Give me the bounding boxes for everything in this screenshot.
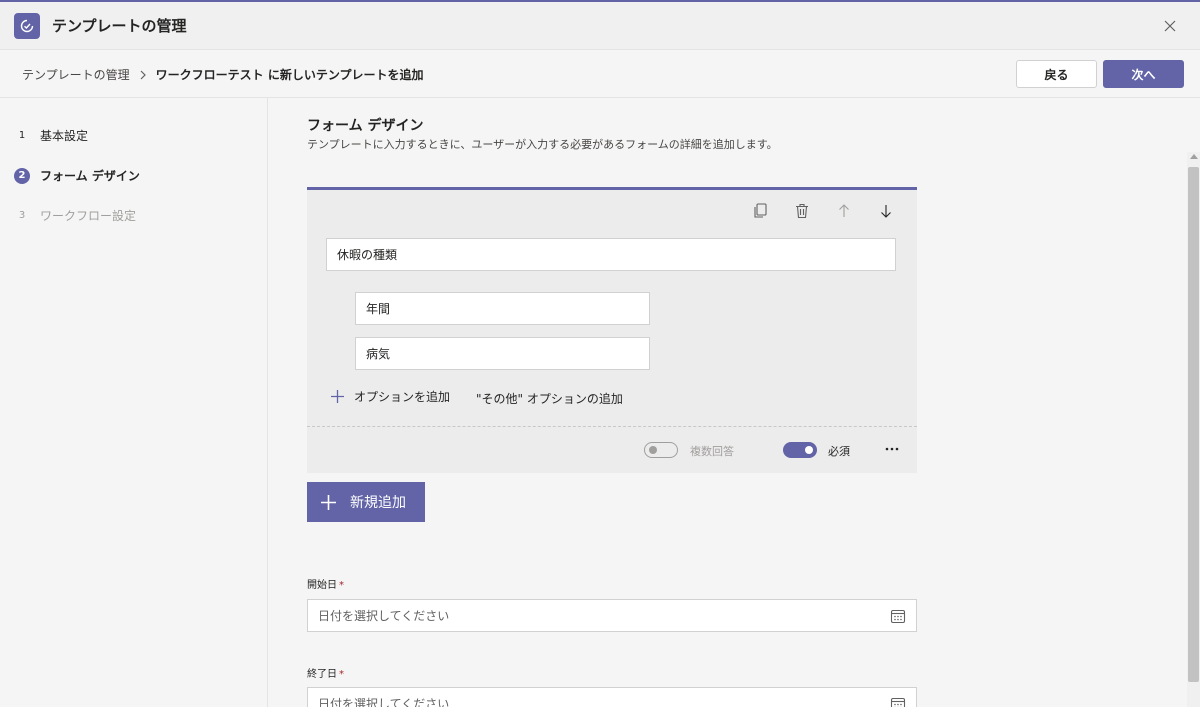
move-down-icon[interactable] — [878, 203, 894, 219]
step-number: 2 — [14, 167, 30, 184]
breadcrumb-bar: テンプレートの管理 ワークフローテスト に新しいテンプレートを追加 戻る 次へ — [0, 50, 1200, 98]
card-divider — [307, 426, 917, 427]
steps-sidebar: 1 基本設定 2 フォーム デザイン 3 ワークフロー設定 — [0, 98, 268, 707]
add-new-label: 新規追加 — [350, 495, 406, 511]
add-other-option-button[interactable]: "その他" オプションの追加 — [476, 390, 623, 407]
calendar-icon[interactable] — [890, 608, 906, 624]
option-input[interactable]: 病気 — [355, 337, 650, 370]
delete-icon[interactable] — [794, 203, 810, 219]
breadcrumb-root[interactable]: テンプレートの管理 — [22, 66, 130, 83]
required-toggle[interactable] — [783, 442, 817, 458]
breadcrumb-current: ワークフローテスト に新しいテンプレートを追加 — [155, 68, 424, 82]
start-date-placeholder: 日付を選択してください — [318, 609, 450, 623]
multiple-answers-label: 複数回答 — [690, 445, 734, 458]
step-workflow-settings[interactable]: 3 ワークフロー設定 — [14, 207, 136, 224]
add-new-button[interactable]: 新規追加 — [307, 482, 425, 522]
next-button[interactable]: 次へ — [1103, 60, 1184, 88]
question-title-input[interactable]: 休暇の種類 — [326, 238, 896, 271]
scroll-up-icon[interactable] — [1190, 154, 1198, 159]
step-label: 基本設定 — [40, 129, 89, 143]
more-options-icon[interactable] — [883, 440, 901, 458]
start-date-label: 開始日 * — [307, 580, 344, 591]
required-asterisk: * — [339, 669, 344, 680]
end-date-placeholder: 日付を選択してください — [318, 697, 450, 707]
plus-icon — [331, 390, 344, 403]
step-label: ワークフロー設定 — [40, 209, 137, 223]
add-option-label: オプションを追加 — [354, 390, 451, 404]
start-date-input[interactable]: 日付を選択してください — [307, 599, 917, 632]
vertical-scrollbar[interactable] — [1187, 152, 1200, 707]
end-date-label: 終了日 * — [307, 669, 344, 680]
required-asterisk: * — [339, 580, 344, 591]
breadcrumb: テンプレートの管理 ワークフローテスト に新しいテンプレートを追加 — [22, 66, 423, 83]
dialog-header: テンプレートの管理 — [0, 2, 1200, 50]
step-form-design[interactable]: 2 フォーム デザイン — [14, 167, 140, 184]
add-option-button[interactable]: オプションを追加 — [331, 388, 450, 405]
calendar-icon[interactable] — [890, 696, 906, 707]
step-number: 3 — [18, 210, 26, 221]
scroll-thumb[interactable] — [1188, 167, 1199, 682]
form-design-panel: フォーム デザイン テンプレートに入力するときに、ユーザーが入力する必要があるフ… — [269, 98, 1187, 707]
required-label: 必須 — [828, 445, 850, 458]
multiple-answers-toggle[interactable] — [644, 442, 678, 458]
step-number: 1 — [18, 130, 26, 141]
step-label: フォーム デザイン — [40, 169, 140, 183]
option-input[interactable]: 年間 — [355, 292, 650, 325]
chevron-right-icon — [139, 70, 147, 80]
end-date-input[interactable]: 日付を選択してください — [307, 687, 917, 707]
section-title: フォーム デザイン — [307, 118, 424, 134]
copy-icon[interactable] — [752, 203, 768, 219]
plus-icon — [321, 494, 336, 510]
dialog-title: テンプレートの管理 — [52, 17, 187, 35]
section-description: テンプレートに入力するときに、ユーザーが入力する必要があるフォームの詳細を追加し… — [307, 138, 778, 151]
back-button[interactable]: 戻る — [1016, 60, 1097, 88]
close-icon[interactable] — [1160, 16, 1180, 36]
approvals-app-icon — [14, 13, 40, 39]
question-card: 休暇の種類 年間 病気 オプションを追加 "その他" オプションの追加 複数回答… — [307, 187, 917, 473]
move-up-icon[interactable] — [836, 203, 852, 219]
step-basic-settings[interactable]: 1 基本設定 — [14, 127, 88, 144]
